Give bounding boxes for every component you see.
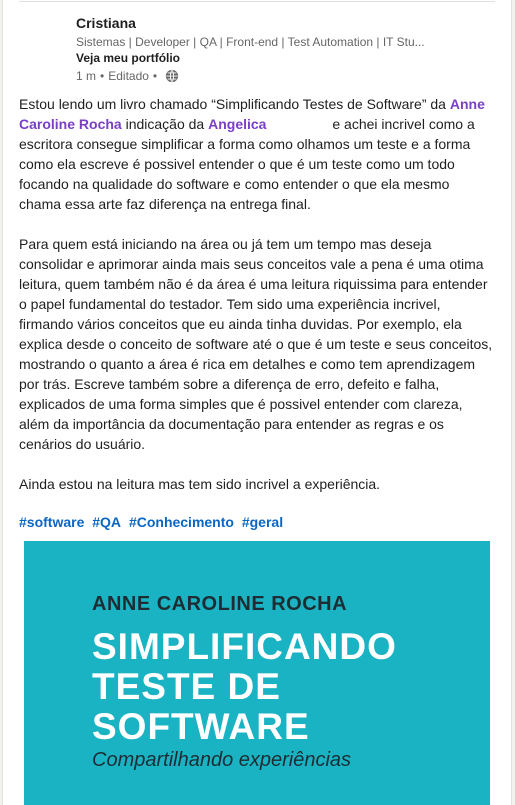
author-headline: Sistemas | Developer | QA | Front-end | … [76, 35, 425, 49]
post-text: Estou lendo um livro chamado “Simplifica… [19, 94, 493, 514]
mention-angelica[interactable]: Angelica [208, 116, 266, 132]
hashtag-conhecimento[interactable]: #Conhecimento [129, 514, 234, 530]
book-author: ANNE CAROLINE ROCHA [92, 593, 348, 615]
hashtag-geral[interactable]: #geral [242, 514, 283, 530]
book-title-line: SOFTWARE [92, 706, 310, 747]
post-paragraph: Estou lendo um livro chamado “Simplifica… [19, 94, 493, 214]
avatar[interactable] [21, 14, 69, 62]
post-card: Cristiana Sistemas | Developer | QA | Fr… [2, 0, 512, 805]
globe-icon [166, 69, 179, 83]
book-subtitle: Compartilhando experiências [92, 749, 352, 771]
book-cover-image[interactable]: ANNE CAROLINE ROCHA SIMPLIFICANDO TESTE … [24, 541, 490, 805]
hashtag-list: #software #QA #Conhecimento #geral [19, 514, 287, 530]
text-segment: Estou lendo um livro chamado “Simplifica… [19, 96, 450, 112]
hashtag-software[interactable]: #software [19, 514, 84, 530]
book-title: SIMPLIFICANDO TESTE DE SOFTWARE [92, 627, 397, 747]
meta-separator: • [100, 69, 105, 83]
post-time: 1 m [76, 69, 97, 83]
post-paragraph: Ainda estou na leitura mas tem sido incr… [19, 476, 381, 492]
meta-separator: • [152, 69, 158, 83]
hashtag-qa[interactable]: #QA [92, 514, 121, 530]
edited-label: Editado [108, 69, 149, 83]
portfolio-link[interactable]: Veja meu portfólio [76, 51, 180, 65]
book-title-line: TESTE DE [92, 666, 281, 707]
post-meta: 1 m • Editado • [76, 69, 179, 83]
text-segment: indicação da [121, 116, 209, 132]
divider [19, 1, 495, 2]
author-name[interactable]: Cristiana [76, 15, 136, 31]
book-title-line: SIMPLIFICANDO [92, 626, 397, 667]
post-paragraph: Para quem está iniciando na área ou já t… [19, 236, 493, 452]
